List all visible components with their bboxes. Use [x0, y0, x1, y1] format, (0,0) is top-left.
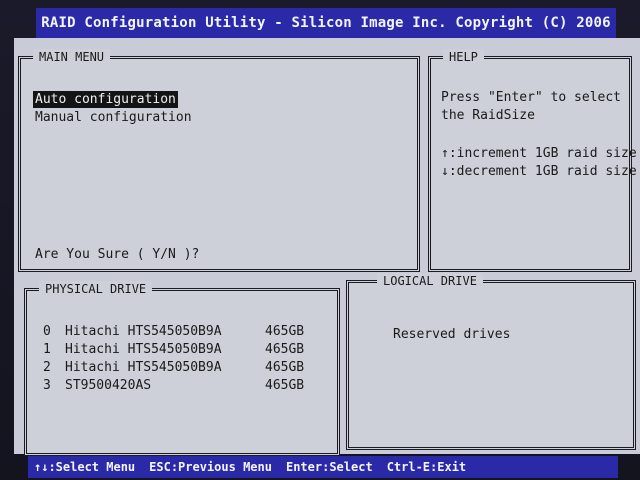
drive-size: 465GB — [265, 324, 305, 339]
drive-index: 2 — [43, 360, 51, 375]
status-exit: Ctrl-E:Exit — [386, 460, 467, 474]
title-bar: RAID Configuration Utility - Silicon Ima… — [36, 8, 616, 38]
logical-drive-title: LOGICAL DRIVE — [377, 273, 483, 289]
drive-size: 465GB — [265, 342, 305, 357]
logical-drive-content: Reserved drives — [393, 327, 511, 342]
body-area: MAIN MENU Auto configuration Manual conf… — [14, 38, 640, 456]
drive-model: ST9500420AS — [65, 378, 152, 393]
status-enter-select: Enter:Select — [285, 460, 373, 474]
physical-drive-panel: PHYSICAL DRIVE 0 Hitachi HTS545050B9A 465G… — [24, 281, 340, 456]
help-line-decrement: ↓:decrement 1GB raid size — [441, 164, 637, 179]
status-select-menu: ↑↓:Select Menu — [34, 460, 136, 474]
physical-drive-title: PHYSICAL DRIVE — [39, 281, 153, 297]
drive-row: 0 Hitachi HTS545050B9A 465GB — [43, 323, 325, 340]
help-line-increment: ↑:increment 1GB raid size — [441, 146, 637, 161]
drive-size: 465GB — [265, 360, 305, 375]
help-line: Press "Enter" to select — [441, 90, 622, 105]
drive-index: 3 — [43, 378, 51, 393]
menu-item-auto-configuration[interactable]: Auto configuration — [33, 91, 178, 108]
drive-model: Hitachi HTS545050B9A — [65, 324, 222, 339]
drive-index: 0 — [43, 324, 51, 339]
drive-index: 1 — [43, 342, 51, 357]
main-menu-title: MAIN MENU — [33, 49, 111, 65]
menu-item-manual-configuration[interactable]: Manual configuration — [33, 109, 194, 126]
confirm-prompt: Are You Sure ( Y/N )? — [35, 247, 200, 262]
drive-row: 3 ST9500420AS 465GB — [43, 377, 325, 394]
drive-row: 2 Hitachi HTS545050B9A 465GB — [43, 359, 325, 376]
status-bar: ↑↓:Select Menu ESC:Previous Menu Enter:Sel… — [28, 456, 618, 478]
help-title: HELP — [443, 49, 484, 65]
status-previous-menu: ESC:Previous Menu — [149, 460, 272, 474]
logical-drive-panel: LOGICAL DRIVE Reserved drives — [346, 273, 636, 450]
help-line: the RaidSize — [441, 108, 535, 123]
main-menu-panel: MAIN MENU Auto configuration Manual conf… — [18, 49, 420, 272]
help-panel: HELP Press "Enter" to select the RaidSiz… — [428, 49, 637, 272]
bios-screen: RAID Configuration Utility - Silicon Ima… — [0, 0, 640, 480]
drive-model: Hitachi HTS545050B9A — [65, 360, 222, 375]
drive-size: 465GB — [265, 378, 305, 393]
drive-model: Hitachi HTS545050B9A — [65, 342, 222, 357]
drive-row: 1 Hitachi HTS545050B9A 465GB — [43, 341, 325, 358]
